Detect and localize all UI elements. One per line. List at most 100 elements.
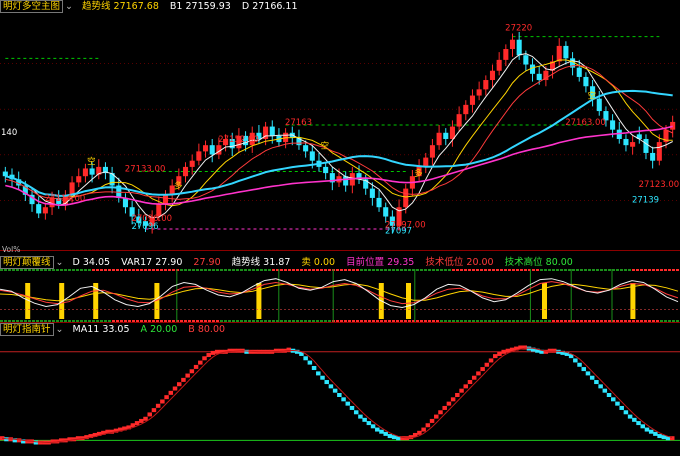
band-top-bar: [104, 269, 107, 271]
candle-body: [576, 67, 582, 77]
candle-body: [509, 39, 516, 50]
candle-body: [89, 168, 95, 175]
candle-body: [376, 197, 382, 208]
candle-body: [36, 204, 42, 214]
band-top-bar: [380, 269, 383, 271]
band-top-bar: [216, 269, 219, 271]
band-top-bar: [296, 269, 299, 271]
ma-white-line: [5, 53, 673, 219]
compass-step-dot: [316, 371, 321, 376]
candle-body: [309, 151, 315, 161]
band-top-bar: [208, 269, 211, 271]
compass-step-dot: [476, 371, 481, 376]
compass-step-dot: [552, 348, 557, 353]
compass-step-dot: [488, 358, 494, 363]
candle-body: [469, 95, 476, 105]
band-top-bar: [616, 269, 619, 271]
band-top-bar: [672, 269, 675, 271]
sell-value: 卖 0.00: [301, 257, 336, 268]
panel-divider: [0, 250, 680, 251]
compass-indicator-tag[interactable]: 明灯指南针: [0, 323, 54, 336]
band-top-bar: [252, 269, 255, 271]
compass-step-dot: [151, 408, 157, 413]
compass-step-dot: [484, 362, 490, 367]
compass-step-dot: [387, 434, 393, 439]
band-top-bar: [196, 269, 199, 271]
band-top-bar: [648, 269, 651, 271]
band-top-bar: [488, 269, 491, 271]
band-top-bar: [348, 269, 351, 271]
band-top-bar: [264, 269, 267, 271]
band-top-bar: [544, 269, 547, 271]
band-top-bar: [92, 269, 95, 271]
oscillator-chart: [0, 269, 680, 322]
candle-body: [269, 126, 275, 136]
compass-step-dot: [455, 393, 460, 397]
band-top-bar: [388, 269, 391, 271]
candle-body: [369, 188, 375, 198]
main-indicator-tag[interactable]: 明灯多空主图: [0, 0, 64, 13]
band-top-bar: [200, 269, 203, 271]
b1-value: B1 27159.93: [169, 1, 231, 12]
compass-step-dot: [379, 429, 384, 434]
compass-chart: [0, 345, 680, 445]
band-top-bar: [352, 269, 355, 271]
candle-body: [656, 142, 662, 161]
trend-value: 趋势线 27167.68: [82, 1, 159, 12]
compass-step-dot: [573, 358, 578, 363]
oscillator-indicator-tag[interactable]: 明灯颠覆线: [0, 256, 54, 269]
band-top-bar: [60, 269, 63, 271]
compass-header: 明灯指南针 ⌄ MA11 33.05 A 20.00 B 80.00: [0, 323, 233, 336]
band-top-bar: [56, 269, 59, 271]
compass-step-dot: [429, 418, 435, 423]
price-annotation: 27096.00: [131, 214, 172, 224]
chevron-down-icon[interactable]: ⌄: [56, 257, 64, 268]
band-top-bar: [620, 269, 623, 271]
band-top-bar: [604, 269, 607, 271]
compass-step-dot: [615, 401, 620, 406]
candle-body: [423, 157, 429, 167]
compass-step-dot: [143, 416, 148, 421]
compass-step-dot: [425, 423, 431, 428]
band-top-bar: [288, 269, 291, 271]
compass-step-dot: [198, 360, 203, 365]
price-annotation: 27097.00: [385, 220, 426, 230]
compass-step-dot: [450, 397, 456, 402]
candle-body: [69, 182, 75, 195]
band-top-bar: [592, 269, 595, 271]
b-value: B 80.00: [188, 324, 226, 335]
high-level-value: 技术高位 80.00: [504, 257, 573, 268]
compass-step-dot: [594, 380, 599, 385]
compass-step-dot: [210, 350, 216, 355]
band-top-bar: [432, 269, 435, 271]
chevron-down-icon[interactable]: ⌄: [56, 324, 64, 335]
price-annotation: 27163: [285, 118, 312, 128]
compass-step-dot: [653, 431, 658, 436]
candle-body: [516, 39, 522, 56]
band-top-bar: [668, 269, 671, 271]
price-annotation: 27123.00: [639, 180, 680, 190]
band-top-bar: [420, 269, 423, 271]
band-top-bar: [320, 269, 323, 271]
candle-body: [503, 49, 509, 60]
band-top-bar: [76, 269, 79, 271]
band-top-bar: [232, 269, 235, 271]
band-top-bar: [500, 269, 503, 271]
compass-step-dot: [442, 405, 447, 410]
candle-body: [476, 89, 482, 96]
low-level-value: 技术低位 20.00: [425, 257, 494, 268]
compass-step-dot: [320, 375, 325, 380]
band-top-bar: [220, 269, 223, 271]
band-top-bar: [8, 269, 11, 271]
compass-step-dot: [501, 349, 506, 354]
band-top-bar: [160, 269, 163, 271]
band-top-bar: [664, 269, 667, 271]
band-top-bar: [36, 269, 39, 271]
compass-step-dot: [160, 399, 165, 404]
candle-body: [596, 98, 602, 112]
band-top-bar: [368, 269, 371, 271]
compass-step-dot: [640, 424, 646, 429]
chevron-down-icon[interactable]: ⌄: [65, 1, 73, 12]
band-top-bar: [376, 269, 379, 271]
band-top-bar: [260, 269, 263, 271]
